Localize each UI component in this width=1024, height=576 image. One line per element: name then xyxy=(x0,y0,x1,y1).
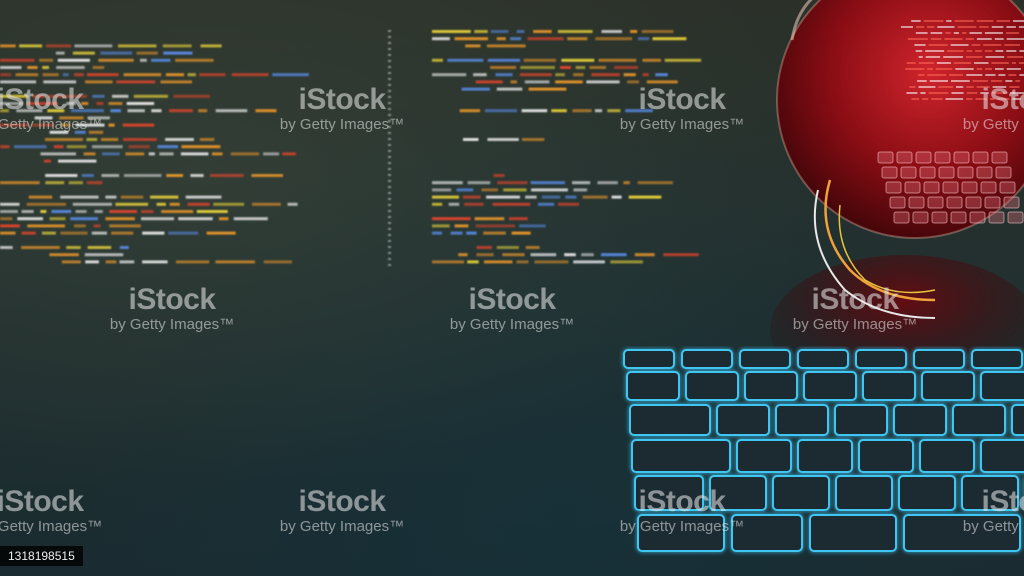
keyboard-key xyxy=(835,475,893,511)
keyboard-key xyxy=(803,371,857,401)
keyboard-key xyxy=(797,349,849,369)
keyboard-key xyxy=(736,439,792,473)
keyboard-key xyxy=(971,349,1023,369)
keyboard-key xyxy=(637,514,725,552)
keyboard-key xyxy=(739,349,791,369)
keyboard-key xyxy=(862,371,916,401)
keyboard-key xyxy=(731,514,803,552)
keyboard-key xyxy=(681,349,733,369)
keyboard-key xyxy=(855,349,907,369)
keyboard-key xyxy=(903,514,1021,552)
keyboard-key xyxy=(797,439,853,473)
keyboard-key xyxy=(629,404,711,436)
keyboard-key xyxy=(685,371,739,401)
keyboard-key xyxy=(809,514,897,552)
keyboard-key xyxy=(744,371,798,401)
keyboard-key xyxy=(1011,404,1024,436)
keyboard-key xyxy=(898,475,956,511)
stock-photo: iStock by Getty Images™ iStock by Getty … xyxy=(0,0,1024,576)
keyboard-key xyxy=(634,475,704,511)
keyboard-key xyxy=(626,371,680,401)
keyboard-key xyxy=(980,371,1024,401)
keyboard-key xyxy=(631,439,731,473)
keyboard-key xyxy=(952,404,1006,436)
keyboard-key xyxy=(775,404,829,436)
keyboard-key xyxy=(709,475,767,511)
keyboard-key xyxy=(716,404,770,436)
keyboard-key xyxy=(858,439,914,473)
keyboard-key xyxy=(772,475,830,511)
glowing-keyboard xyxy=(623,349,1024,552)
keyboard-key xyxy=(893,404,947,436)
keyboard-key xyxy=(980,439,1024,473)
keyboard-key xyxy=(623,349,675,369)
keyboard-key xyxy=(921,371,975,401)
keyboard-key xyxy=(913,349,965,369)
keyboard-key xyxy=(834,404,888,436)
keyboard-key xyxy=(961,475,1019,511)
keyboard-key xyxy=(919,439,975,473)
image-id-label: 1318198515 xyxy=(0,546,83,566)
